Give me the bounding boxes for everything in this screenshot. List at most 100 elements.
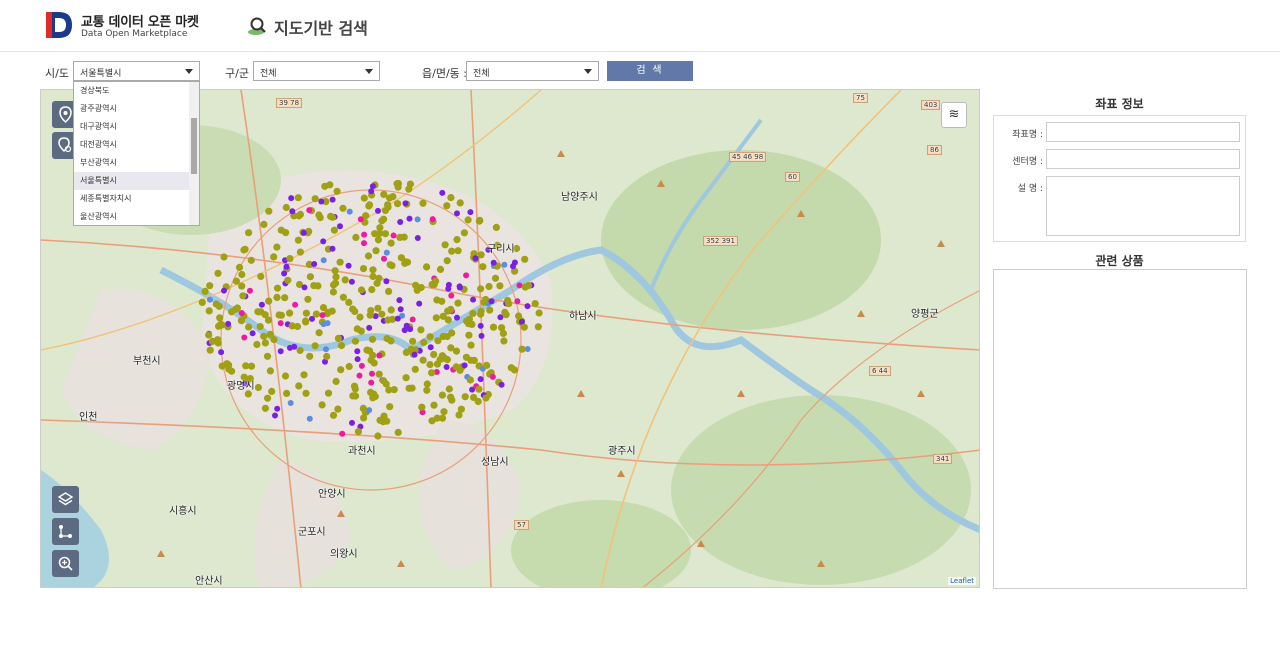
poi-marker[interactable] (220, 253, 228, 261)
poi-marker[interactable] (370, 390, 378, 398)
poi-marker[interactable] (452, 347, 461, 355)
poi-marker[interactable] (453, 236, 461, 244)
poi-marker[interactable] (284, 276, 292, 284)
poi-marker[interactable] (418, 403, 426, 411)
poi-marker[interactable] (360, 194, 368, 202)
poi-marker[interactable] (337, 341, 346, 350)
sido-select[interactable]: 서울특별시 (73, 61, 200, 81)
poi-marker[interactable] (467, 341, 475, 349)
poi-marker[interactable] (456, 199, 464, 207)
poi-marker[interactable] (205, 307, 213, 315)
poi-marker[interactable] (405, 384, 413, 392)
poi-marker[interactable] (228, 308, 236, 316)
poi-marker[interactable] (429, 216, 436, 223)
poi-marker[interactable] (296, 210, 304, 218)
poi-marker[interactable] (315, 211, 323, 219)
poi-marker[interactable] (315, 329, 323, 337)
poi-marker[interactable] (504, 296, 512, 304)
poi-marker[interactable] (465, 331, 473, 339)
poi-marker[interactable] (521, 255, 529, 263)
poi-marker[interactable] (445, 385, 453, 393)
poi-marker[interactable] (337, 366, 345, 374)
poi-marker[interactable] (454, 210, 460, 217)
poi-marker[interactable] (468, 320, 476, 328)
sido-option[interactable]: 서울특별시 (74, 172, 189, 190)
poi-marker[interactable] (373, 279, 381, 287)
poi-marker[interactable] (287, 344, 293, 351)
poi-marker[interactable] (470, 296, 477, 303)
poi-marker[interactable] (423, 386, 431, 394)
poi-marker[interactable] (329, 288, 337, 296)
poi-marker[interactable] (400, 233, 408, 241)
poi-marker[interactable] (287, 400, 294, 406)
poi-marker[interactable] (341, 276, 349, 284)
poi-marker[interactable] (351, 307, 359, 315)
poi-marker[interactable] (260, 332, 268, 340)
poi-marker[interactable] (237, 317, 245, 325)
poi-marker[interactable] (282, 203, 290, 212)
sido-option[interactable]: 부산광역시 (74, 154, 189, 172)
poi-marker[interactable] (456, 283, 463, 290)
logo[interactable]: 교통 데이터 오픈 마켓 Data Open Marketplace (46, 10, 246, 42)
poi-marker[interactable] (381, 255, 387, 262)
poi-marker[interactable] (367, 356, 375, 364)
poi-marker[interactable] (477, 285, 485, 293)
poi-marker[interactable] (223, 360, 231, 368)
poi-marker[interactable] (447, 393, 455, 401)
poi-marker[interactable] (310, 282, 318, 290)
poi-marker[interactable] (320, 238, 327, 245)
poi-marker[interactable] (366, 324, 373, 331)
poi-marker[interactable] (489, 373, 496, 380)
poi-marker[interactable] (346, 208, 353, 215)
poi-marker[interactable] (438, 391, 446, 399)
poi-marker[interactable] (221, 287, 227, 294)
poi-marker[interactable] (249, 330, 256, 337)
poi-marker[interactable] (385, 287, 393, 295)
poi-marker[interactable] (501, 261, 508, 268)
sido-option[interactable]: 울산광역시 (74, 208, 189, 225)
poi-marker[interactable] (296, 248, 304, 256)
poi-marker[interactable] (261, 311, 269, 319)
poi-marker[interactable] (443, 364, 450, 370)
poi-marker[interactable] (294, 236, 302, 244)
poi-marker[interactable] (423, 263, 431, 271)
poi-marker[interactable] (440, 408, 448, 416)
poi-marker[interactable] (427, 344, 434, 351)
poi-marker[interactable] (383, 249, 390, 256)
poi-marker[interactable] (383, 335, 391, 343)
poi-marker[interactable] (500, 337, 508, 345)
poi-marker[interactable] (332, 273, 340, 281)
poi-marker[interactable] (486, 306, 494, 314)
poi-marker[interactable] (376, 224, 384, 232)
poi-marker[interactable] (281, 270, 288, 277)
poi-marker[interactable] (319, 304, 328, 312)
poi-marker[interactable] (283, 389, 291, 397)
poi-marker[interactable] (407, 326, 414, 333)
poi-marker[interactable] (206, 282, 214, 290)
poi-marker[interactable] (369, 266, 377, 274)
poi-marker[interactable] (281, 372, 290, 380)
poi-marker[interactable] (447, 194, 455, 202)
poi-marker[interactable] (354, 356, 361, 363)
poi-marker[interactable] (369, 183, 376, 190)
poi-marker[interactable] (521, 283, 529, 291)
poi-marker[interactable] (216, 314, 224, 322)
poi-marker[interactable] (482, 295, 490, 304)
poi-marker[interactable] (457, 405, 465, 413)
poi-marker[interactable] (417, 283, 425, 292)
poi-marker[interactable] (502, 311, 510, 319)
poi-marker[interactable] (337, 223, 343, 230)
poi-marker[interactable] (260, 220, 268, 228)
poi-marker[interactable] (374, 304, 382, 312)
poi-marker[interactable] (295, 382, 303, 390)
poi-marker[interactable] (535, 309, 543, 317)
poi-marker[interactable] (416, 300, 423, 307)
poi-marker[interactable] (359, 265, 368, 273)
poi-marker[interactable] (394, 428, 402, 436)
poi-marker[interactable] (472, 255, 479, 262)
poi-marker[interactable] (496, 282, 504, 290)
poi-marker[interactable] (273, 284, 282, 292)
poi-marker[interactable] (394, 315, 401, 322)
poi-marker[interactable] (428, 369, 436, 377)
poi-marker[interactable] (266, 330, 274, 338)
